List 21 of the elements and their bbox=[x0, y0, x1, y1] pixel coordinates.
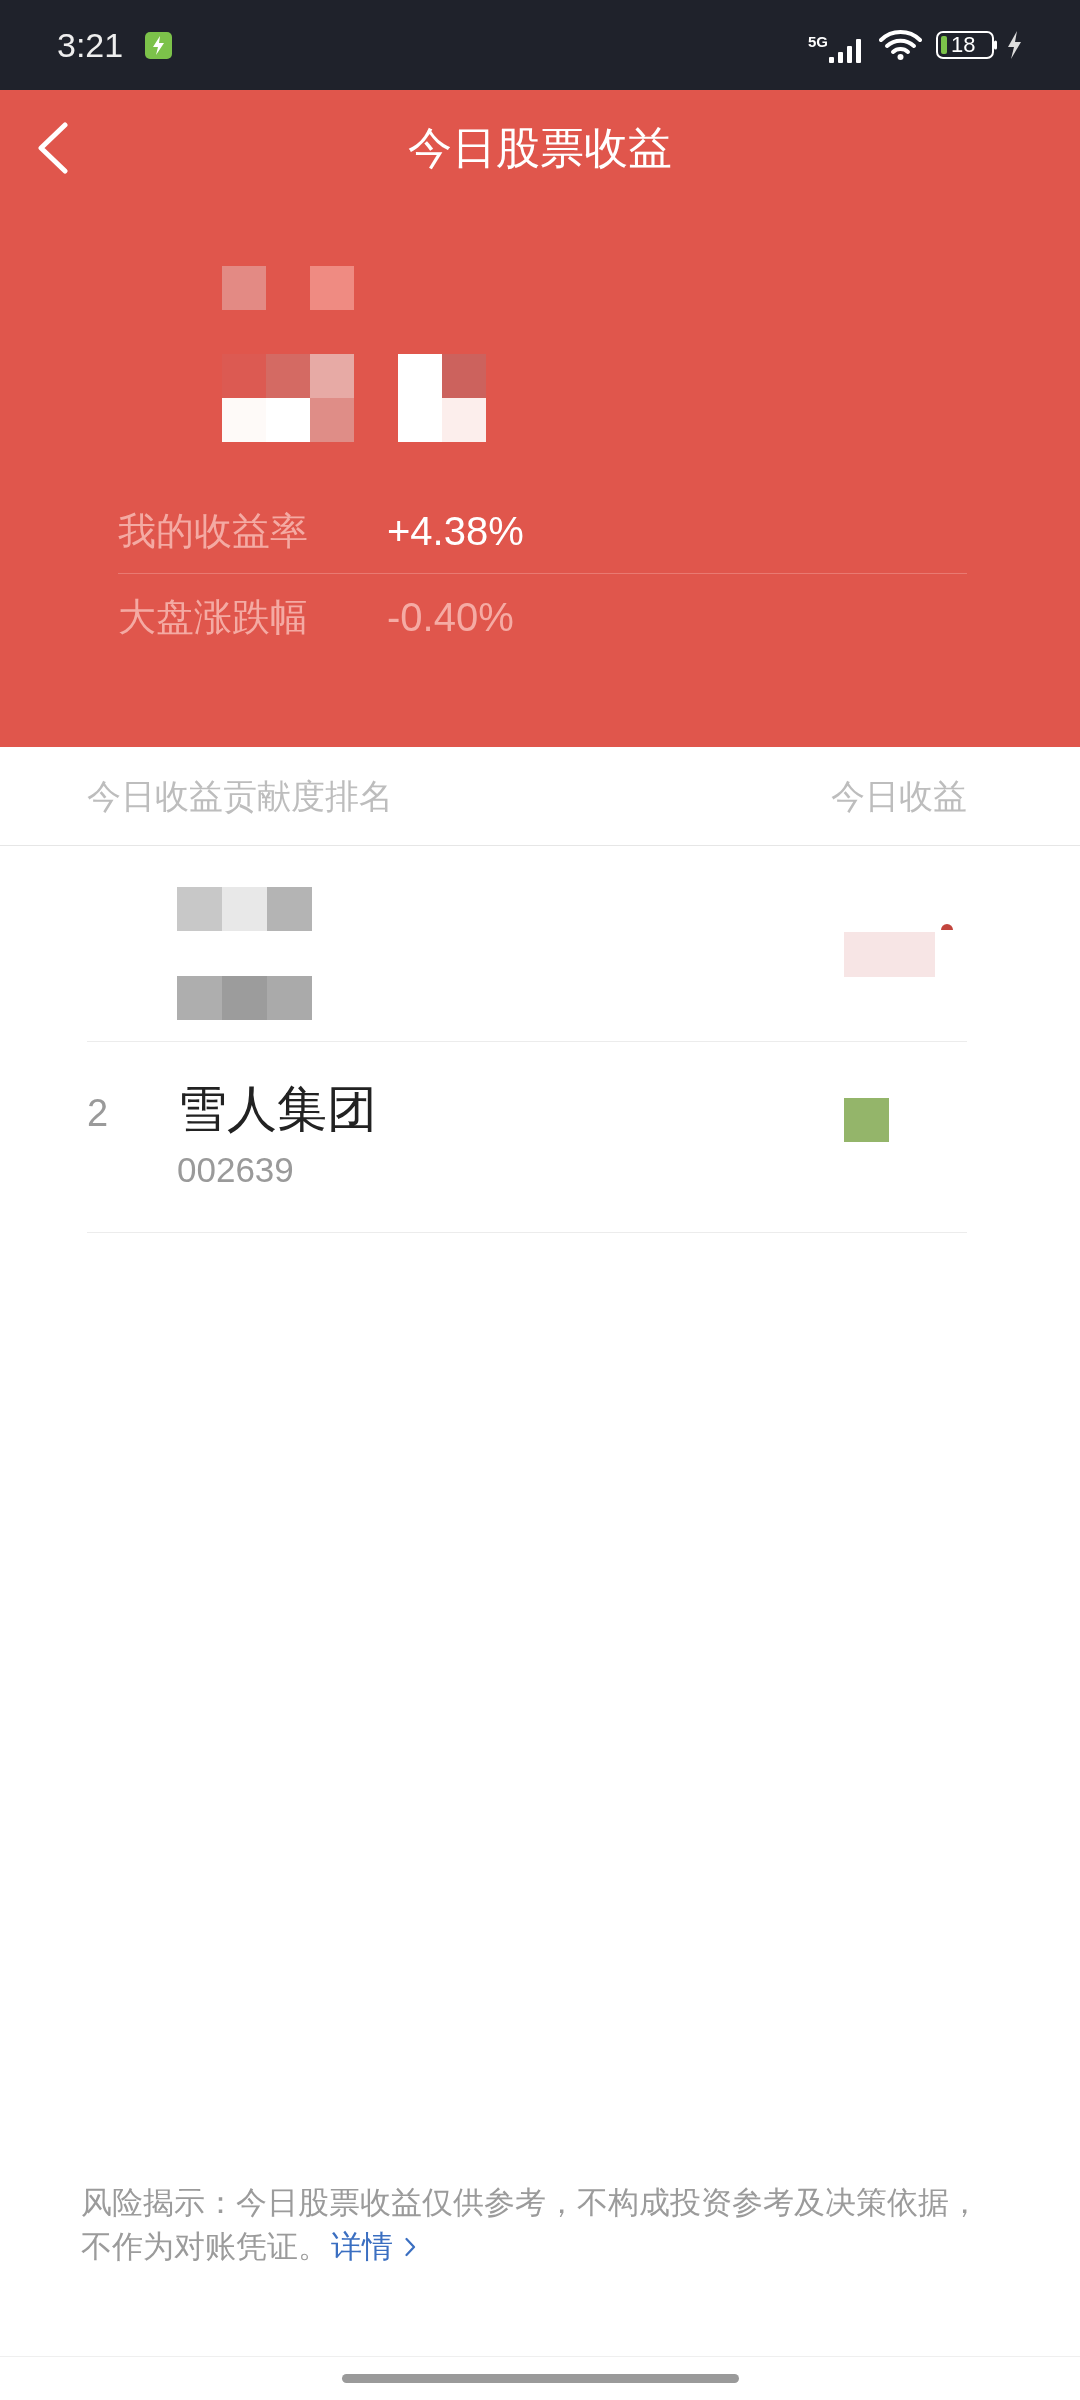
battery-icon bbox=[936, 31, 998, 59]
wifi-icon bbox=[879, 29, 922, 61]
summary-value: -0.40% bbox=[387, 597, 514, 637]
column-header: 今日收益 bbox=[831, 779, 967, 813]
back-icon bbox=[35, 122, 69, 174]
stock-name: 雪人集团 bbox=[177, 1080, 377, 1138]
charging-app-icon bbox=[145, 31, 173, 59]
network-type: 5G bbox=[808, 34, 828, 49]
page-title: 今日股票收益 bbox=[408, 126, 672, 170]
stock-code: 002639 bbox=[177, 1150, 295, 1190]
charging-bolt-icon bbox=[1006, 31, 1022, 59]
battery-level: 18 bbox=[951, 34, 976, 56]
risk-disclaimer: 风险揭示：今日股票收益仅供参考，不构成投资参考及决策依据，不作为对账凭证。详情 bbox=[81, 2181, 984, 2269]
rank-number: 2 bbox=[87, 1094, 110, 1132]
summary-label: 我的收益率 bbox=[118, 511, 309, 550]
chevron-right-icon bbox=[405, 2237, 416, 2257]
clock-time: 3:21 bbox=[57, 28, 124, 62]
summary-value: +4.38% bbox=[387, 510, 524, 551]
summary-label: 大盘涨跌幅 bbox=[118, 598, 309, 636]
column-header: 今日收益贡献度排名 bbox=[87, 779, 393, 813]
details-link[interactable]: 详情 bbox=[331, 2225, 416, 2269]
